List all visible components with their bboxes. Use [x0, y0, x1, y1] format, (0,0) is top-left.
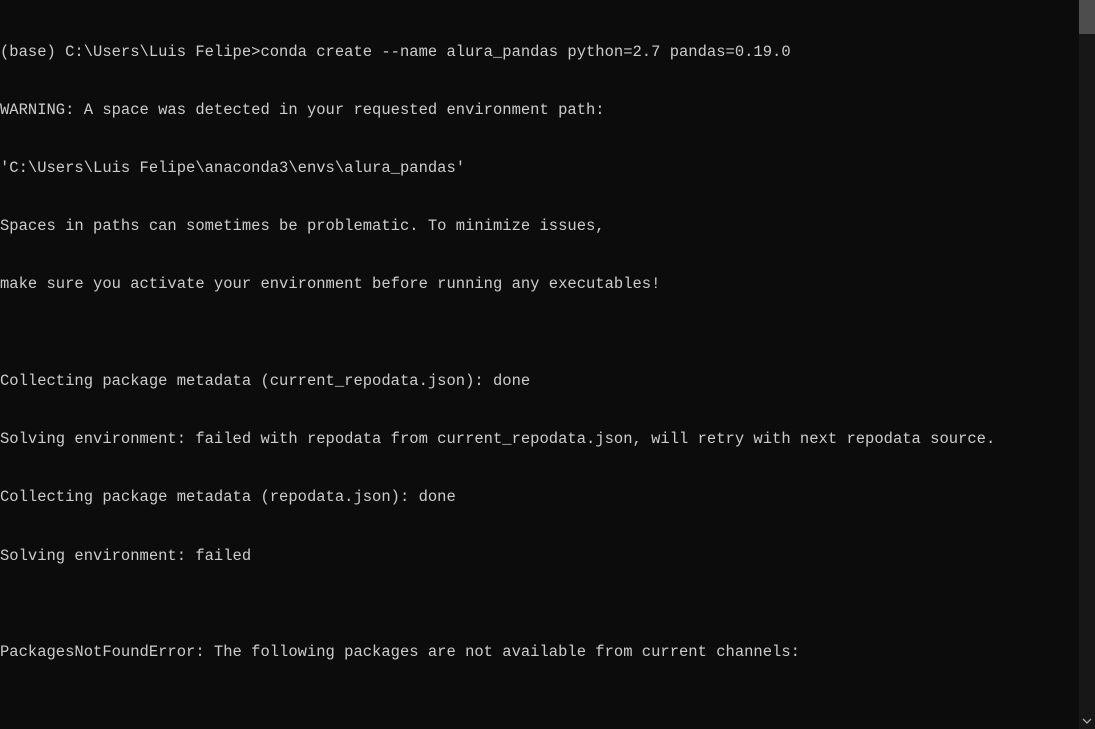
terminal-line: WARNING: A space was detected in your re…: [0, 101, 1079, 120]
terminal-line: Solving environment: failed: [0, 547, 1079, 566]
terminal-line: Collecting package metadata (repodata.js…: [0, 488, 1079, 507]
scrollbar-thumb[interactable]: [1079, 0, 1095, 34]
terminal-line: make sure you activate your environment …: [0, 275, 1079, 294]
scrollbar-track[interactable]: [1079, 0, 1095, 729]
terminal-window: (base) C:\Users\Luis Felipe>conda create…: [0, 0, 1095, 729]
terminal-line: Collecting package metadata (current_rep…: [0, 372, 1079, 391]
terminal-line: Spaces in paths can sometimes be problem…: [0, 217, 1079, 236]
terminal-line: 'C:\Users\Luis Felipe\anaconda3\envs\alu…: [0, 159, 1079, 178]
terminal-line: PackagesNotFoundError: The following pac…: [0, 643, 1079, 662]
terminal-line: Solving environment: failed with repodat…: [0, 430, 1079, 449]
terminal-output[interactable]: (base) C:\Users\Luis Felipe>conda create…: [0, 0, 1079, 729]
terminal-line: (base) C:\Users\Luis Felipe>conda create…: [0, 43, 1079, 62]
scroll-down-icon[interactable]: [1079, 712, 1095, 729]
